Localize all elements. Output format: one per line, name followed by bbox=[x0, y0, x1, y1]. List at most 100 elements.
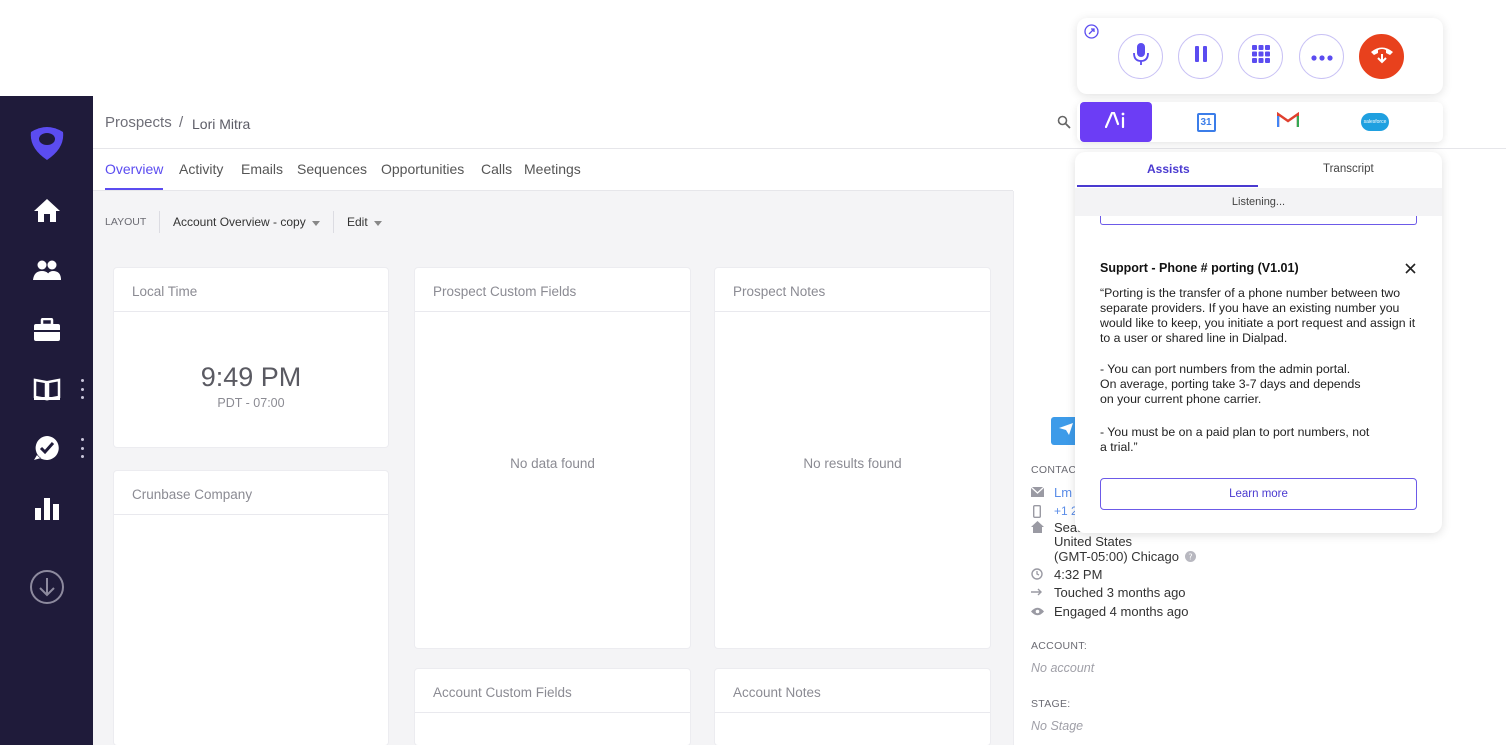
breadcrumb-root[interactable]: Prospects bbox=[105, 114, 172, 131]
ellipsis-icon bbox=[1310, 48, 1333, 66]
listening-status: Listening... bbox=[1075, 188, 1442, 216]
address-line-3: (GMT-05:00) Chicago bbox=[1054, 548, 1179, 564]
prospect-notes-card: Prospect Notes No results found bbox=[715, 268, 990, 648]
envelope-icon bbox=[1030, 485, 1044, 499]
logo-icon[interactable] bbox=[25, 120, 69, 164]
check-bubble-icon[interactable] bbox=[30, 431, 64, 465]
engaged-text: Engaged 4 months ago bbox=[1054, 603, 1189, 619]
learn-more-button[interactable]: Learn more bbox=[1100, 478, 1417, 510]
active-tab-indicator bbox=[1077, 185, 1258, 187]
layout-label: LAYOUT bbox=[105, 216, 147, 228]
tab-calls[interactable]: Calls bbox=[481, 161, 512, 177]
home-icon[interactable] bbox=[30, 193, 64, 227]
card-title: Crunbase Company bbox=[114, 471, 388, 515]
breadcrumb-separator: / bbox=[179, 114, 184, 131]
search-icon[interactable] bbox=[1057, 115, 1071, 134]
address-line-3-row: (GMT-05:00) Chicago ? bbox=[1054, 547, 1196, 565]
calendar-31-icon: 31 bbox=[1196, 112, 1216, 132]
assist-line: - You must be on a paid plan to port num… bbox=[1100, 425, 1370, 439]
previous-card-edge bbox=[1100, 216, 1417, 225]
keypad-icon bbox=[1251, 45, 1270, 68]
stage-label: STAGE: bbox=[1031, 698, 1071, 710]
hold-button[interactable] bbox=[1178, 34, 1223, 79]
more-icon[interactable] bbox=[78, 379, 86, 399]
assist-card-title: Support - Phone # porting (V1.01) bbox=[1100, 261, 1299, 275]
salesforce-icon: salesforce bbox=[1361, 113, 1389, 131]
call-controls bbox=[1077, 18, 1443, 94]
chevron-down-icon bbox=[311, 215, 320, 229]
collapse-icon[interactable] bbox=[1084, 24, 1099, 44]
app-switcher: 31 salesforce bbox=[1077, 102, 1443, 142]
active-tab-indicator bbox=[105, 188, 163, 190]
salesforce-app-tab[interactable]: salesforce bbox=[1347, 102, 1403, 142]
card-title: Prospect Notes bbox=[715, 268, 990, 312]
engaged-row: Engaged 4 months ago bbox=[1030, 602, 1188, 620]
ai-icon bbox=[1104, 110, 1127, 133]
timezone-value: PDT - 07:00 bbox=[217, 396, 285, 410]
assist-panel: Assists Transcript Listening... Support … bbox=[1075, 152, 1442, 533]
local-time-row: 4:32 PM bbox=[1030, 565, 1102, 583]
house-icon bbox=[1030, 520, 1044, 534]
assist-line: - You can port numbers from the admin po… bbox=[1100, 362, 1351, 376]
assist-line: on your current phone carrier. bbox=[1100, 392, 1262, 406]
calendar-app-tab[interactable]: 31 bbox=[1173, 102, 1239, 142]
local-time-card: Local Time 9:49 PM PDT - 07:00 bbox=[114, 268, 388, 447]
overview-main: LAYOUT Account Overview - copy Edit Loca… bbox=[93, 191, 1013, 745]
prospect-tabs: Overview Activity Emails Sequences Oppor… bbox=[93, 149, 1013, 191]
stage-value: No Stage bbox=[1031, 719, 1084, 733]
empty-message: No data found bbox=[510, 456, 595, 471]
tab-opportunities[interactable]: Opportunities bbox=[381, 161, 464, 177]
keypad-button[interactable] bbox=[1238, 34, 1283, 79]
gmail-icon bbox=[1276, 111, 1300, 133]
hang-up-icon bbox=[1370, 44, 1394, 69]
layout-select-value: Account Overview - copy bbox=[173, 215, 306, 229]
clock-icon bbox=[1030, 567, 1044, 581]
phone-icon bbox=[1030, 504, 1044, 518]
breadcrumb-current: Lori Mitra bbox=[192, 116, 251, 132]
edit-label: Edit bbox=[347, 215, 368, 229]
svg-text:?: ? bbox=[1188, 552, 1192, 561]
more-options-button[interactable] bbox=[1299, 34, 1344, 79]
download-icon[interactable] bbox=[29, 569, 65, 605]
assist-paragraph-1: “Porting is the transfer of a phone numb… bbox=[1100, 286, 1416, 345]
paper-plane-icon bbox=[1059, 422, 1073, 440]
bar-chart-icon[interactable] bbox=[30, 491, 64, 525]
touched-row: Touched 3 months ago bbox=[1030, 583, 1186, 601]
tab-meetings[interactable]: Meetings bbox=[524, 161, 581, 177]
local-time-value: 9:49 PM bbox=[200, 362, 302, 392]
tab-sequences[interactable]: Sequences bbox=[297, 161, 367, 177]
close-icon[interactable] bbox=[1405, 261, 1416, 279]
edit-dropdown[interactable]: Edit bbox=[347, 215, 382, 229]
email-link[interactable]: Lm bbox=[1054, 485, 1072, 500]
account-custom-fields-card: Account Custom Fields bbox=[415, 669, 690, 745]
divider bbox=[333, 211, 334, 233]
card-title: Account Notes bbox=[715, 669, 990, 713]
prospect-custom-fields-card: Prospect Custom Fields No data found bbox=[415, 268, 690, 648]
account-label: ACCOUNT: bbox=[1031, 640, 1088, 652]
touched-text: Touched 3 months ago bbox=[1054, 584, 1186, 600]
more-icon[interactable] bbox=[78, 438, 86, 458]
pause-icon bbox=[1194, 46, 1208, 67]
help-icon[interactable]: ? bbox=[1185, 550, 1196, 562]
ai-app-tab[interactable] bbox=[1080, 102, 1152, 142]
assist-line: On average, porting take 3-7 days and de… bbox=[1100, 377, 1361, 391]
empty-message: No results found bbox=[803, 456, 902, 471]
tab-activity[interactable]: Activity bbox=[179, 161, 223, 177]
microphone-icon bbox=[1132, 42, 1149, 71]
hang-up-button[interactable] bbox=[1359, 34, 1404, 79]
card-title: Local Time bbox=[114, 268, 388, 312]
gmail-app-tab[interactable] bbox=[1257, 102, 1319, 142]
book-icon[interactable] bbox=[30, 372, 64, 406]
briefcase-icon[interactable] bbox=[30, 313, 64, 347]
card-title: Account Custom Fields bbox=[415, 669, 690, 713]
mute-button[interactable] bbox=[1118, 34, 1163, 79]
divider bbox=[159, 211, 160, 233]
tab-assists[interactable]: Assists bbox=[1147, 162, 1190, 176]
account-value: No account bbox=[1031, 661, 1095, 675]
assist-line: a trial.” bbox=[1100, 440, 1138, 454]
tab-overview[interactable]: Overview bbox=[105, 161, 163, 177]
tab-emails[interactable]: Emails bbox=[241, 161, 283, 177]
tab-transcript[interactable]: Transcript bbox=[1323, 163, 1374, 175]
layout-select[interactable]: Account Overview - copy bbox=[173, 215, 320, 229]
people-icon[interactable] bbox=[30, 253, 64, 287]
